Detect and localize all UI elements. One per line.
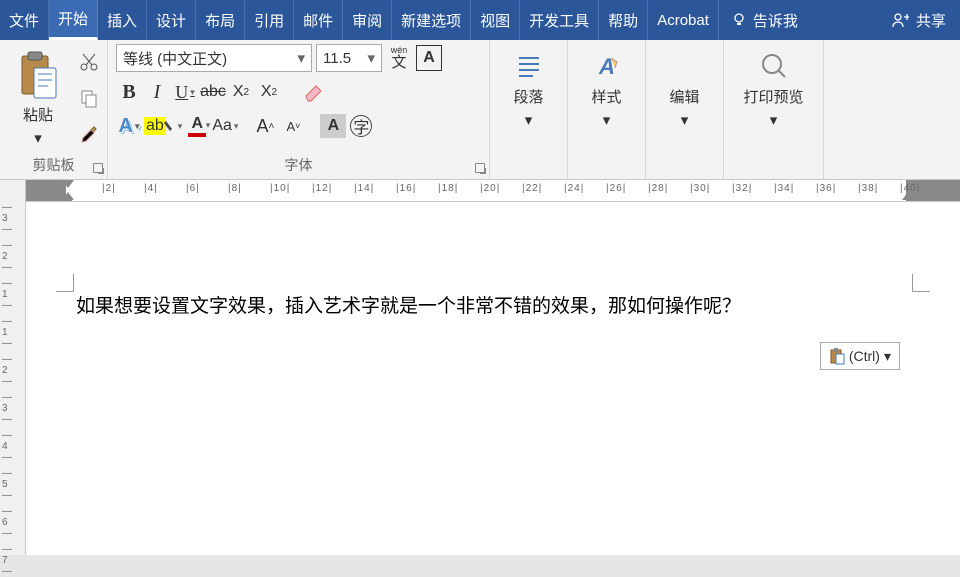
chevron-down-icon: ▾ (525, 111, 533, 129)
change-case-button[interactable]: Aa▾ (212, 112, 238, 140)
underline-button[interactable]: U▾ (172, 78, 198, 106)
italic-button[interactable]: I (144, 78, 170, 106)
paste-button[interactable]: 粘贴 ▾ (8, 44, 68, 153)
chevron-down-icon: ▾ (681, 111, 689, 129)
clipboard-small-icon (829, 347, 845, 365)
shrink-font-button[interactable]: A˅ (280, 112, 306, 140)
font-name-select[interactable]: 等线 (中文正文) ▾ (116, 44, 312, 72)
scissors-icon (79, 52, 99, 72)
tab-design[interactable]: 设计 (147, 0, 196, 40)
clipboard-dialog-launcher[interactable] (93, 163, 103, 173)
group-clipboard-label: 剪贴板 (8, 153, 99, 177)
chevron-down-icon: ▾ (297, 49, 305, 67)
format-painter-button[interactable] (76, 120, 102, 148)
copy-button[interactable] (76, 84, 102, 112)
tell-me[interactable]: 告诉我 (719, 0, 810, 40)
chevron-down-icon: ▾ (603, 111, 611, 129)
editing-button[interactable]: 编辑 ▾ (654, 44, 715, 135)
tab-review[interactable]: 审阅 (343, 0, 392, 40)
tell-me-label: 告诉我 (753, 10, 798, 31)
group-font-label: 字体 (116, 153, 481, 177)
subscript-button[interactable]: X2 (228, 78, 254, 106)
font-size-select[interactable]: 11.5 ▾ (316, 44, 382, 72)
document-text[interactable]: 如果想要设置文字效果，插入艺术字就是一个非常不错的效果，那如何操作呢？ (76, 292, 910, 322)
print-preview-icon (758, 50, 790, 82)
strikethrough-button[interactable]: abc (200, 78, 226, 106)
highlighter-icon (164, 119, 176, 133)
share-label: 共享 (916, 10, 946, 31)
paste-options-button[interactable]: (Ctrl) ▾ (820, 342, 900, 370)
group-paragraph: 段落 ▾ (490, 40, 568, 179)
grow-font-button[interactable]: A˄ (252, 112, 278, 140)
tab-help[interactable]: 帮助 (599, 0, 648, 40)
group-styles: A 样式 ▾ (568, 40, 646, 179)
cut-button[interactable] (76, 48, 102, 76)
font-size-value: 11.5 (323, 50, 351, 67)
brush-icon (79, 124, 99, 144)
bold-button[interactable]: B (116, 78, 142, 106)
highlight-button[interactable]: ab▾ (144, 112, 182, 140)
tab-view[interactable]: 视图 (471, 0, 520, 40)
clipboard-icon (16, 50, 60, 100)
tab-home[interactable]: 开始 (49, 0, 98, 40)
font-dialog-launcher[interactable] (475, 163, 485, 173)
print-preview-label: 打印预览 (743, 86, 803, 107)
margin-corner-tr (912, 274, 930, 292)
tab-file[interactable]: 文件 (0, 0, 49, 40)
eraser-icon (302, 82, 324, 102)
styles-icon: A (591, 50, 623, 82)
font-color-button[interactable]: A▾ (184, 112, 210, 140)
tab-newoption[interactable]: 新建选项 (392, 0, 471, 40)
superscript-button[interactable]: X2 (256, 78, 282, 106)
styles-button[interactable]: A 样式 ▾ (576, 44, 637, 135)
ribbon: 粘贴 ▾ 剪贴板 等线 (中文正文) ▾ 11.5 ▾ (0, 40, 960, 180)
character-shading-button[interactable]: A (320, 114, 346, 138)
lightbulb-icon (731, 12, 747, 28)
paragraph-label: 段落 (513, 86, 543, 107)
svg-text:A: A (598, 54, 615, 79)
tab-developer[interactable]: 开发工具 (520, 0, 599, 40)
group-clipboard: 粘贴 ▾ 剪贴板 (0, 40, 108, 179)
title-bar: 文件 开始 插入 设计 布局 引用 邮件 审阅 新建选项 视图 开发工具 帮助 … (0, 0, 960, 40)
group-font: 等线 (中文正文) ▾ 11.5 ▾ wén 文 A B I U▾ abc X2 (108, 40, 490, 179)
editing-label: 编辑 (669, 86, 699, 107)
tab-mailings[interactable]: 邮件 (294, 0, 343, 40)
share-icon (892, 12, 910, 28)
styles-label: 样式 (591, 86, 621, 107)
group-print-preview: 打印预览 ▾ (724, 40, 824, 179)
tab-acrobat[interactable]: Acrobat (648, 0, 719, 40)
margin-corner-tl (56, 274, 74, 292)
vertical-ruler[interactable]: —3——2——1——1——2——3——4——5——6——7— (0, 180, 26, 555)
chevron-down-icon: ▾ (770, 111, 778, 129)
paragraph-icon (513, 50, 545, 82)
group-editing: 编辑 ▾ (646, 40, 724, 179)
tab-references[interactable]: 引用 (245, 0, 294, 40)
share-button[interactable]: 共享 (878, 0, 960, 40)
document-scroll[interactable]: 如果想要设置文字效果，插入艺术字就是一个非常不错的效果，那如何操作呢？ (Ctr… (26, 202, 960, 555)
character-border-button[interactable]: A (416, 45, 442, 71)
phonetic-guide-button[interactable]: wén 文 (386, 44, 412, 72)
print-preview-button[interactable]: 打印预览 ▾ (732, 44, 815, 135)
paste-label: 粘贴 (23, 104, 53, 125)
clear-formatting-button[interactable] (300, 78, 326, 106)
paste-options-label: (Ctrl) (849, 348, 880, 364)
chevron-down-icon: ▾ (884, 348, 891, 365)
font-name-value: 等线 (中文正文) (123, 48, 227, 69)
chevron-down-icon: ▾ (34, 129, 42, 147)
chevron-down-icon: ▾ (367, 49, 375, 67)
text-effects-button[interactable]: A▾ (116, 112, 142, 140)
enclose-characters-button[interactable]: 字 (348, 112, 374, 140)
document-page: 如果想要设置文字效果，插入艺术字就是一个非常不错的效果，那如何操作呢？ (Ctr… (26, 202, 960, 555)
paragraph-button[interactable]: 段落 ▾ (498, 44, 559, 135)
copy-icon (79, 88, 99, 108)
tab-insert[interactable]: 插入 (98, 0, 147, 40)
tab-layout[interactable]: 布局 (196, 0, 245, 40)
